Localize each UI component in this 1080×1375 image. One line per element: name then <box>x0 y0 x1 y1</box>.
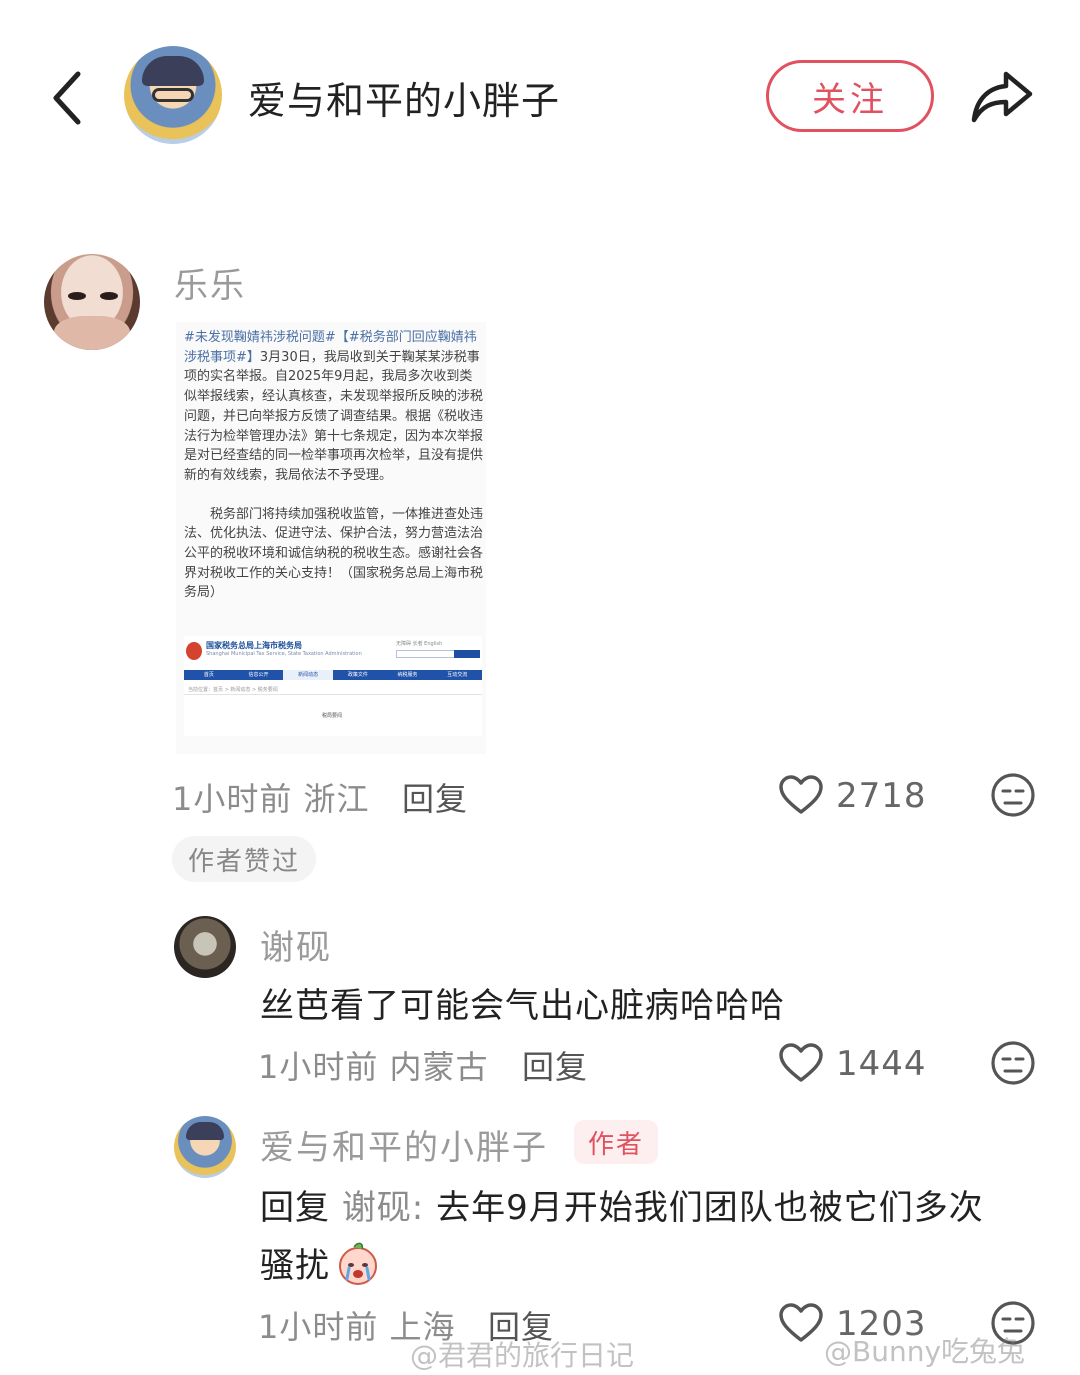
site-nav-item: 新闻动态 <box>283 670 334 680</box>
site-nav-item: 信息公开 <box>248 672 269 678</box>
watermark: @Bunny吃兔兔 <box>824 1335 1026 1368</box>
comment-time-location: 1小时前 浙江 <box>172 780 370 818</box>
avatar-glasses <box>152 88 194 102</box>
reply-content: 丝芭看了可能会气出心脏病哈哈哈 <box>260 986 785 1026</box>
comment-image[interactable]: #未发现鞠婧祎涉税问题#【#税务部门回应鞠婧祎涉税事项#】3月30日，我局收到关… <box>176 322 486 754</box>
image-paragraph-2: 税务部门将持续加强税收监管，一体推进查处违法、优化执法、促进守法、保护合法，努力… <box>184 506 484 601</box>
neutral-face-icon[interactable] <box>990 1040 1036 1086</box>
site-breadcrumb: 当前位置：首页 > 新闻动态 > 税务要闻 <box>188 687 278 693</box>
reply-content: 去年9月开始我们团队也被它们多次 <box>436 1188 984 1228</box>
like-count: 2718 <box>836 776 927 816</box>
reply-content-line-2: 骚扰 <box>260 1238 382 1287</box>
image-hashtag-1: #未发现鞠婧祎涉税问题# <box>184 330 336 345</box>
comment-reply-button[interactable]: 回复 <box>402 774 468 820</box>
reply-prefix: 回复 <box>260 1188 330 1228</box>
image-text: #未发现鞠婧祎涉税问题#【#税务部门回应鞠婧祎涉税事项#】3月30日，我局收到关… <box>184 328 484 622</box>
image-paragraph-1-body: 3月30日，我局收到关于鞠某某涉税事项的实名举报。自2025年9月起，我局多次收… <box>184 349 484 483</box>
reply-reply-button[interactable]: 回复 <box>522 1042 588 1088</box>
comment-author[interactable]: 乐乐 <box>174 258 246 307</box>
site-nav-item: 互动交流 <box>447 672 468 678</box>
back-arrow-icon[interactable] <box>48 68 88 128</box>
tax-site-screenshot: 国家税务总局上海市税务局 Shanghai Municipal Tax Serv… <box>184 636 482 736</box>
crying-peach-sticker-icon <box>339 1242 377 1285</box>
author-avatar[interactable] <box>124 46 222 144</box>
site-nav-bar: 首页 信息公开 新闻动态 政策文件 纳税服务 互动交流 <box>184 670 482 680</box>
reply-avatar[interactable] <box>174 916 236 978</box>
author-tag: 作者 <box>574 1120 659 1164</box>
watermark: @君君的旅行日记 <box>410 1339 635 1372</box>
avatar-eye <box>100 292 118 300</box>
author-liked-badge: 作者赞过 <box>172 836 317 882</box>
share-icon[interactable] <box>970 66 1034 126</box>
reply-content-line-1: 回复 谢砚: 去年9月开始我们团队也被它们多次 <box>260 1180 984 1229</box>
header-username[interactable]: 爱与和平的小胖子 <box>248 70 560 125</box>
reply-avatar[interactable] <box>174 1116 236 1178</box>
avatar-hair <box>142 56 204 86</box>
site-subtitle: Shanghai Municipal Tax Service, State Ta… <box>206 651 362 657</box>
site-title: 国家税务总局上海市税务局 <box>206 641 302 650</box>
like-count: 1444 <box>836 1044 927 1084</box>
site-divider <box>184 694 482 695</box>
neutral-face-icon[interactable] <box>990 772 1036 818</box>
heart-icon[interactable] <box>778 774 824 816</box>
avatar-hand <box>54 316 130 350</box>
heart-icon[interactable] <box>778 1042 824 1084</box>
site-nav-item: 纳税服务 <box>397 672 418 678</box>
site-nav-item: 政策文件 <box>347 672 368 678</box>
reply-time-location: 1小时前 内蒙古 <box>258 1048 489 1086</box>
commenter-avatar[interactable] <box>44 254 140 350</box>
reply-author[interactable]: 爱与和平的小胖子 <box>260 1120 548 1169</box>
tax-emblem-icon <box>186 642 202 660</box>
avatar-eye <box>68 292 86 300</box>
avatar-hair <box>186 1122 224 1140</box>
site-nav-item: 首页 <box>203 672 214 678</box>
reply-author[interactable]: 谢砚 <box>260 920 332 969</box>
site-top-links: 无障碍 长者 English <box>396 641 443 647</box>
image-paragraph-1: #未发现鞠婧祎涉税问题#【#税务部门回应鞠婧祎涉税事项#】3月30日，我局收到关… <box>184 328 484 486</box>
site-search-button <box>454 650 480 658</box>
follow-button[interactable]: 关注 <box>766 60 934 132</box>
reply-content: 骚扰 <box>260 1246 330 1286</box>
reply-to-user[interactable]: 谢砚: <box>342 1188 424 1228</box>
heart-icon[interactable] <box>778 1302 824 1344</box>
site-section-label: 税局要闻 <box>322 713 343 719</box>
